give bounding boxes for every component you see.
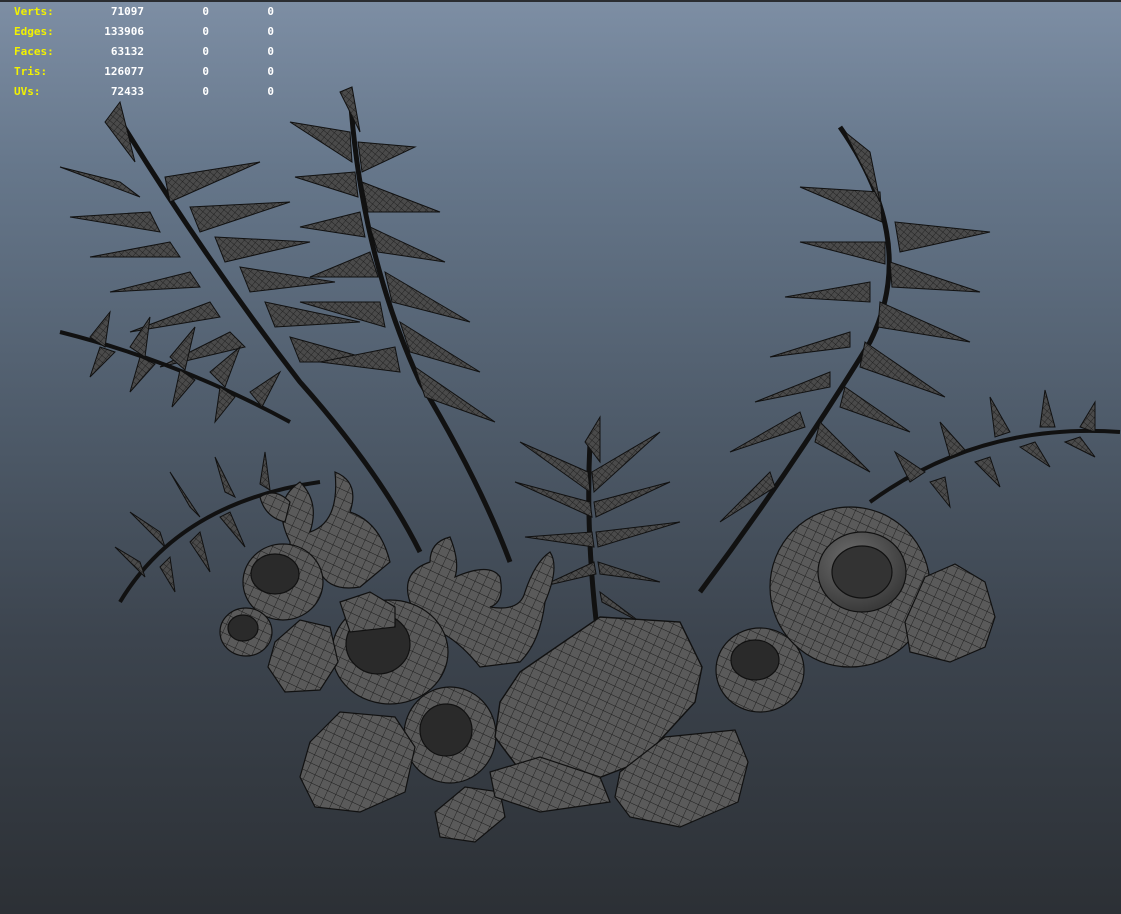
hud-total: 63132 — [110, 45, 144, 58]
hud-row-tris: Tris: 126077 0 0 — [14, 62, 274, 82]
hud-label: UVs: — [14, 85, 41, 98]
hud-total: 71097 — [110, 5, 144, 18]
hud-row-uvs: UVs: 72433 0 0 — [14, 82, 274, 102]
hud-component: 0 — [267, 65, 274, 78]
sphere-vase-right — [769, 506, 931, 668]
hud-row-edges: Edges: 133906 0 0 — [14, 22, 274, 42]
hud-selected: 0 — [202, 25, 209, 38]
hud-label: Tris: — [14, 65, 48, 78]
pot-tiny-left — [219, 607, 273, 657]
hud-row-verts: Verts: 71097 0 0 — [14, 2, 274, 22]
hud-component: 0 — [267, 45, 274, 58]
hud-label: Faces: — [14, 45, 54, 58]
hud-component: 0 — [267, 5, 274, 18]
hud-label: Verts: — [14, 5, 54, 18]
hud-selected: 0 — [202, 85, 209, 98]
hud-component: 0 — [267, 25, 274, 38]
pot-small-left — [242, 543, 324, 621]
hud-total: 126077 — [104, 65, 144, 78]
hud-component: 0 — [267, 85, 274, 98]
hud-label: Edges: — [14, 25, 54, 38]
rock-bottom-left — [299, 711, 416, 813]
fern-right-small — [868, 389, 1121, 509]
poly-count-hud: Verts: 71097 0 0 Edges: 133906 0 0 Faces… — [14, 2, 274, 102]
hud-selected: 0 — [202, 5, 209, 18]
hud-total: 72433 — [110, 85, 144, 98]
3d-viewport[interactable]: Verts: 71097 0 0 Edges: 133906 0 0 Faces… — [0, 0, 1121, 914]
fern-left-small — [59, 310, 291, 424]
hud-selected: 0 — [202, 45, 209, 58]
hud-total: 133906 — [104, 25, 144, 38]
hud-row-faces: Faces: 63132 0 0 — [14, 42, 274, 62]
hud-selected: 0 — [202, 65, 209, 78]
pot-lower-center — [403, 686, 497, 784]
scene-render[interactable] — [0, 2, 1121, 914]
